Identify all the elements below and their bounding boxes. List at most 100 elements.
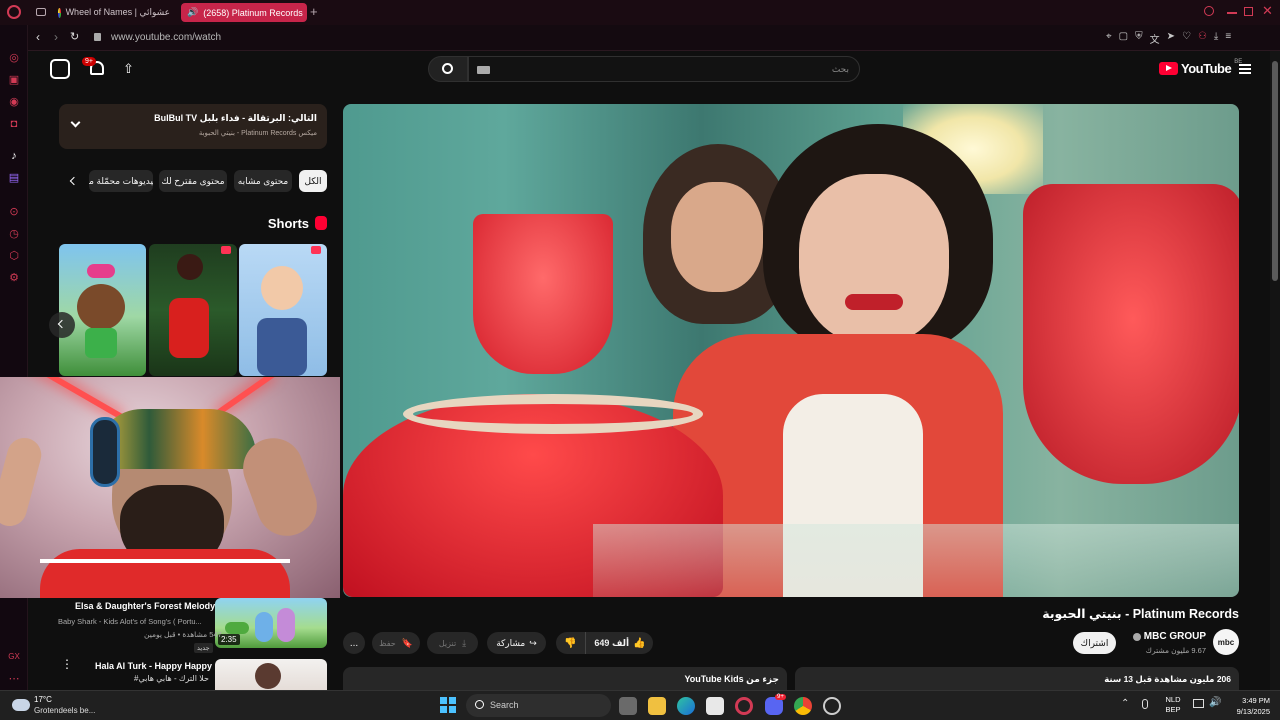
video-thumbnail[interactable]: 2:35 — [215, 598, 327, 648]
start-button[interactable] — [440, 697, 456, 713]
more-actions-button[interactable]: ... — [343, 632, 365, 654]
heart-icon[interactable]: ♡ — [1182, 31, 1191, 45]
short-thumbnail[interactable] — [239, 244, 327, 376]
edge-icon[interactable] — [677, 697, 695, 715]
short-thumbnail[interactable] — [59, 244, 146, 376]
description-box[interactable]: 206 مليون مشاهدة قبل 13 سنة — [795, 667, 1239, 690]
taskbar-search[interactable]: Search — [466, 694, 611, 717]
history-icon[interactable]: ◷ — [8, 228, 20, 240]
language-bottom: BEP — [1165, 705, 1181, 714]
recommendation-item[interactable]: ⋮ Hala Al Turk - Happy Happy حلا الترك -… — [56, 657, 327, 690]
clock[interactable]: 3:49 PM 9/13/2025 — [1222, 695, 1270, 717]
channel-name[interactable]: MBC GROUP — [1144, 631, 1206, 642]
share-label: مشاركة — [496, 637, 526, 648]
carousel-prev-button[interactable] — [49, 312, 75, 338]
kids-box[interactable]: جزء من YouTube Kids — [343, 667, 787, 690]
download-icon[interactable]: ⤓ — [1214, 31, 1218, 45]
tab-wheel-of-names[interactable]: Wheel of Names | عشوائي — [52, 3, 176, 22]
instagram-icon[interactable]: ◘ — [8, 118, 20, 130]
extensions-icon[interactable]: ⬡ — [8, 250, 20, 262]
search-input[interactable]: بحث — [468, 56, 860, 82]
dislike-button[interactable]: 👎 — [556, 632, 586, 654]
player-icon[interactable]: ⊙ — [8, 206, 20, 218]
channel-avatar[interactable]: mbc — [1213, 629, 1239, 655]
page-scrollbar[interactable] — [1270, 51, 1280, 690]
youtube-header: 9+ ⇧ بحث YouTube BE — [28, 51, 1270, 91]
save-button[interactable]: حفظ 🔖 — [372, 632, 420, 654]
more-options-icon[interactable]: ⋮ — [61, 658, 73, 670]
send-icon[interactable]: ➤ — [1167, 31, 1175, 45]
search-icon — [475, 700, 484, 709]
chip-all[interactable]: الكل — [299, 170, 327, 192]
task-view-icon[interactable] — [619, 697, 637, 715]
create-logo-icon[interactable] — [50, 59, 70, 79]
download-button[interactable]: تنزيل ⤓ — [427, 632, 478, 654]
tiktok-icon[interactable]: ♪ — [8, 150, 20, 162]
url-field[interactable]: www.youtube.com/watch — [111, 32, 221, 43]
subscribe-button[interactable]: اشتراك — [1073, 632, 1116, 654]
forward-icon[interactable]: › — [54, 30, 58, 44]
scrollbar-thumb[interactable] — [1272, 61, 1278, 281]
hamburger-menu-icon[interactable] — [1239, 64, 1251, 74]
now-playing-title: التالي: البرتقالة - فداء بلبل BulBul TV — [154, 113, 317, 123]
opera-logo-icon[interactable] — [7, 5, 21, 19]
now-playing-subtitle: ميكس Platinum Records - بنيتي الحبوبة — [198, 130, 317, 137]
colorful-wheel-icon — [58, 7, 61, 18]
search-tabs-icon[interactable] — [1204, 6, 1214, 16]
workspaces-icon[interactable] — [36, 8, 46, 16]
close-window-icon[interactable]: ✕ — [1262, 3, 1273, 19]
upload-icon[interactable]: ⇧ — [123, 61, 134, 77]
video-player[interactable] — [343, 104, 1239, 597]
app-icon[interactable] — [823, 697, 841, 715]
chevron-down-icon[interactable] — [70, 117, 81, 128]
settings-icon[interactable]: ⚙ — [8, 272, 20, 284]
bag-icon[interactable]: ▣ — [8, 74, 20, 86]
video-thumbnail[interactable] — [215, 659, 327, 690]
shorts-logo-icon — [315, 216, 327, 230]
keyboard-icon[interactable] — [477, 66, 490, 74]
speaker-icon[interactable]: 🔊 — [187, 7, 198, 18]
new-tab-button[interactable]: + — [310, 4, 318, 19]
store-icon[interactable] — [706, 697, 724, 715]
opera-gx-icon[interactable] — [735, 697, 753, 715]
show-hidden-icons[interactable]: ⌃ — [1121, 698, 1129, 709]
headphones — [90, 417, 120, 487]
new-badge: جديد — [194, 643, 213, 653]
translate-icon[interactable]: 文 — [1150, 31, 1160, 46]
minimize-icon[interactable] — [1227, 12, 1237, 14]
like-button[interactable]: 649 ألف 👍 — [587, 632, 653, 654]
chip-uploaded[interactable]: فيديوهات محمّلة مؤ — [89, 170, 153, 192]
table-glare — [593, 524, 1239, 597]
language-indicator[interactable]: NLD BEP — [1160, 695, 1186, 715]
search-button[interactable] — [428, 56, 468, 82]
chip-similar[interactable]: محتوى مشابه — [234, 170, 292, 192]
tab-platinum-records[interactable]: 🔊 (2658) Platinum Records — [181, 3, 307, 22]
twitch-icon[interactable]: ▤ — [8, 172, 20, 184]
volume-icon[interactable]: 🔊 — [1209, 697, 1221, 708]
youtube-logo[interactable]: YouTube BE — [1159, 59, 1242, 76]
short-thumbnail[interactable] — [149, 244, 237, 376]
maximize-icon[interactable] — [1244, 7, 1253, 16]
snapshot-icon[interactable]: ▢ — [1119, 31, 1128, 45]
vpn-icon[interactable]: ⛨ — [1135, 31, 1143, 45]
chevron-left-icon[interactable] — [69, 176, 79, 186]
chrome-icon[interactable] — [794, 697, 812, 715]
messenger-icon[interactable]: ◉ — [8, 96, 20, 108]
pin-icon[interactable]: ⌖ — [1106, 31, 1112, 45]
more-sidebar-icon[interactable]: ⋯ — [8, 673, 20, 685]
gx-icon[interactable]: GX — [8, 651, 20, 663]
aria-icon[interactable]: ◎ — [8, 52, 20, 64]
menu-icon[interactable]: ≡ — [1225, 31, 1231, 45]
shorts-carousel — [49, 244, 327, 376]
profile-icon[interactable]: ⚇ — [1198, 31, 1207, 45]
share-button[interactable]: مشاركة ↪ — [487, 632, 546, 654]
file-explorer-icon[interactable] — [648, 697, 666, 715]
reload-icon[interactable]: ↻ — [70, 30, 79, 43]
recommendation-item[interactable]: 2:35 Elsa & Daughter's Forest Melody Bab… — [56, 598, 327, 653]
weather-widget[interactable]: 17°C Grotendeels be... — [10, 694, 120, 718]
chip-recommended[interactable]: محتوى مقترح لك — [159, 170, 227, 192]
back-icon[interactable]: ‹ — [36, 30, 40, 44]
microphone-icon[interactable] — [1142, 699, 1148, 709]
network-icon[interactable] — [1193, 699, 1204, 708]
mix-playlist-panel[interactable]: التالي: البرتقالة - فداء بلبل BulBul TV … — [59, 104, 327, 149]
